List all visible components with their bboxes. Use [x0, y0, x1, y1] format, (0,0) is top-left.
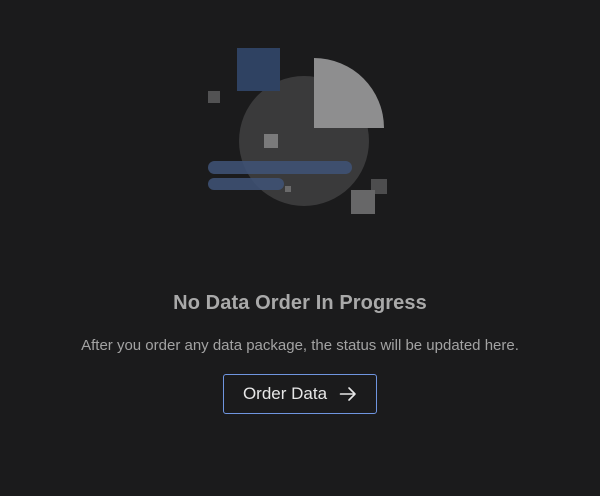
empty-state-description: After you order any data package, the st…	[81, 337, 519, 354]
order-data-button[interactable]: Order Data	[223, 374, 377, 414]
order-data-label: Order Data	[242, 384, 328, 403]
empty-state-panel: No Data Order In Progress After you orde…	[0, 0, 600, 496]
arrow-right-icon	[339, 385, 357, 403]
empty-state-title: No Data Order In Progress	[173, 292, 427, 314]
pie-chart-empty-illustration	[208, 48, 387, 214]
